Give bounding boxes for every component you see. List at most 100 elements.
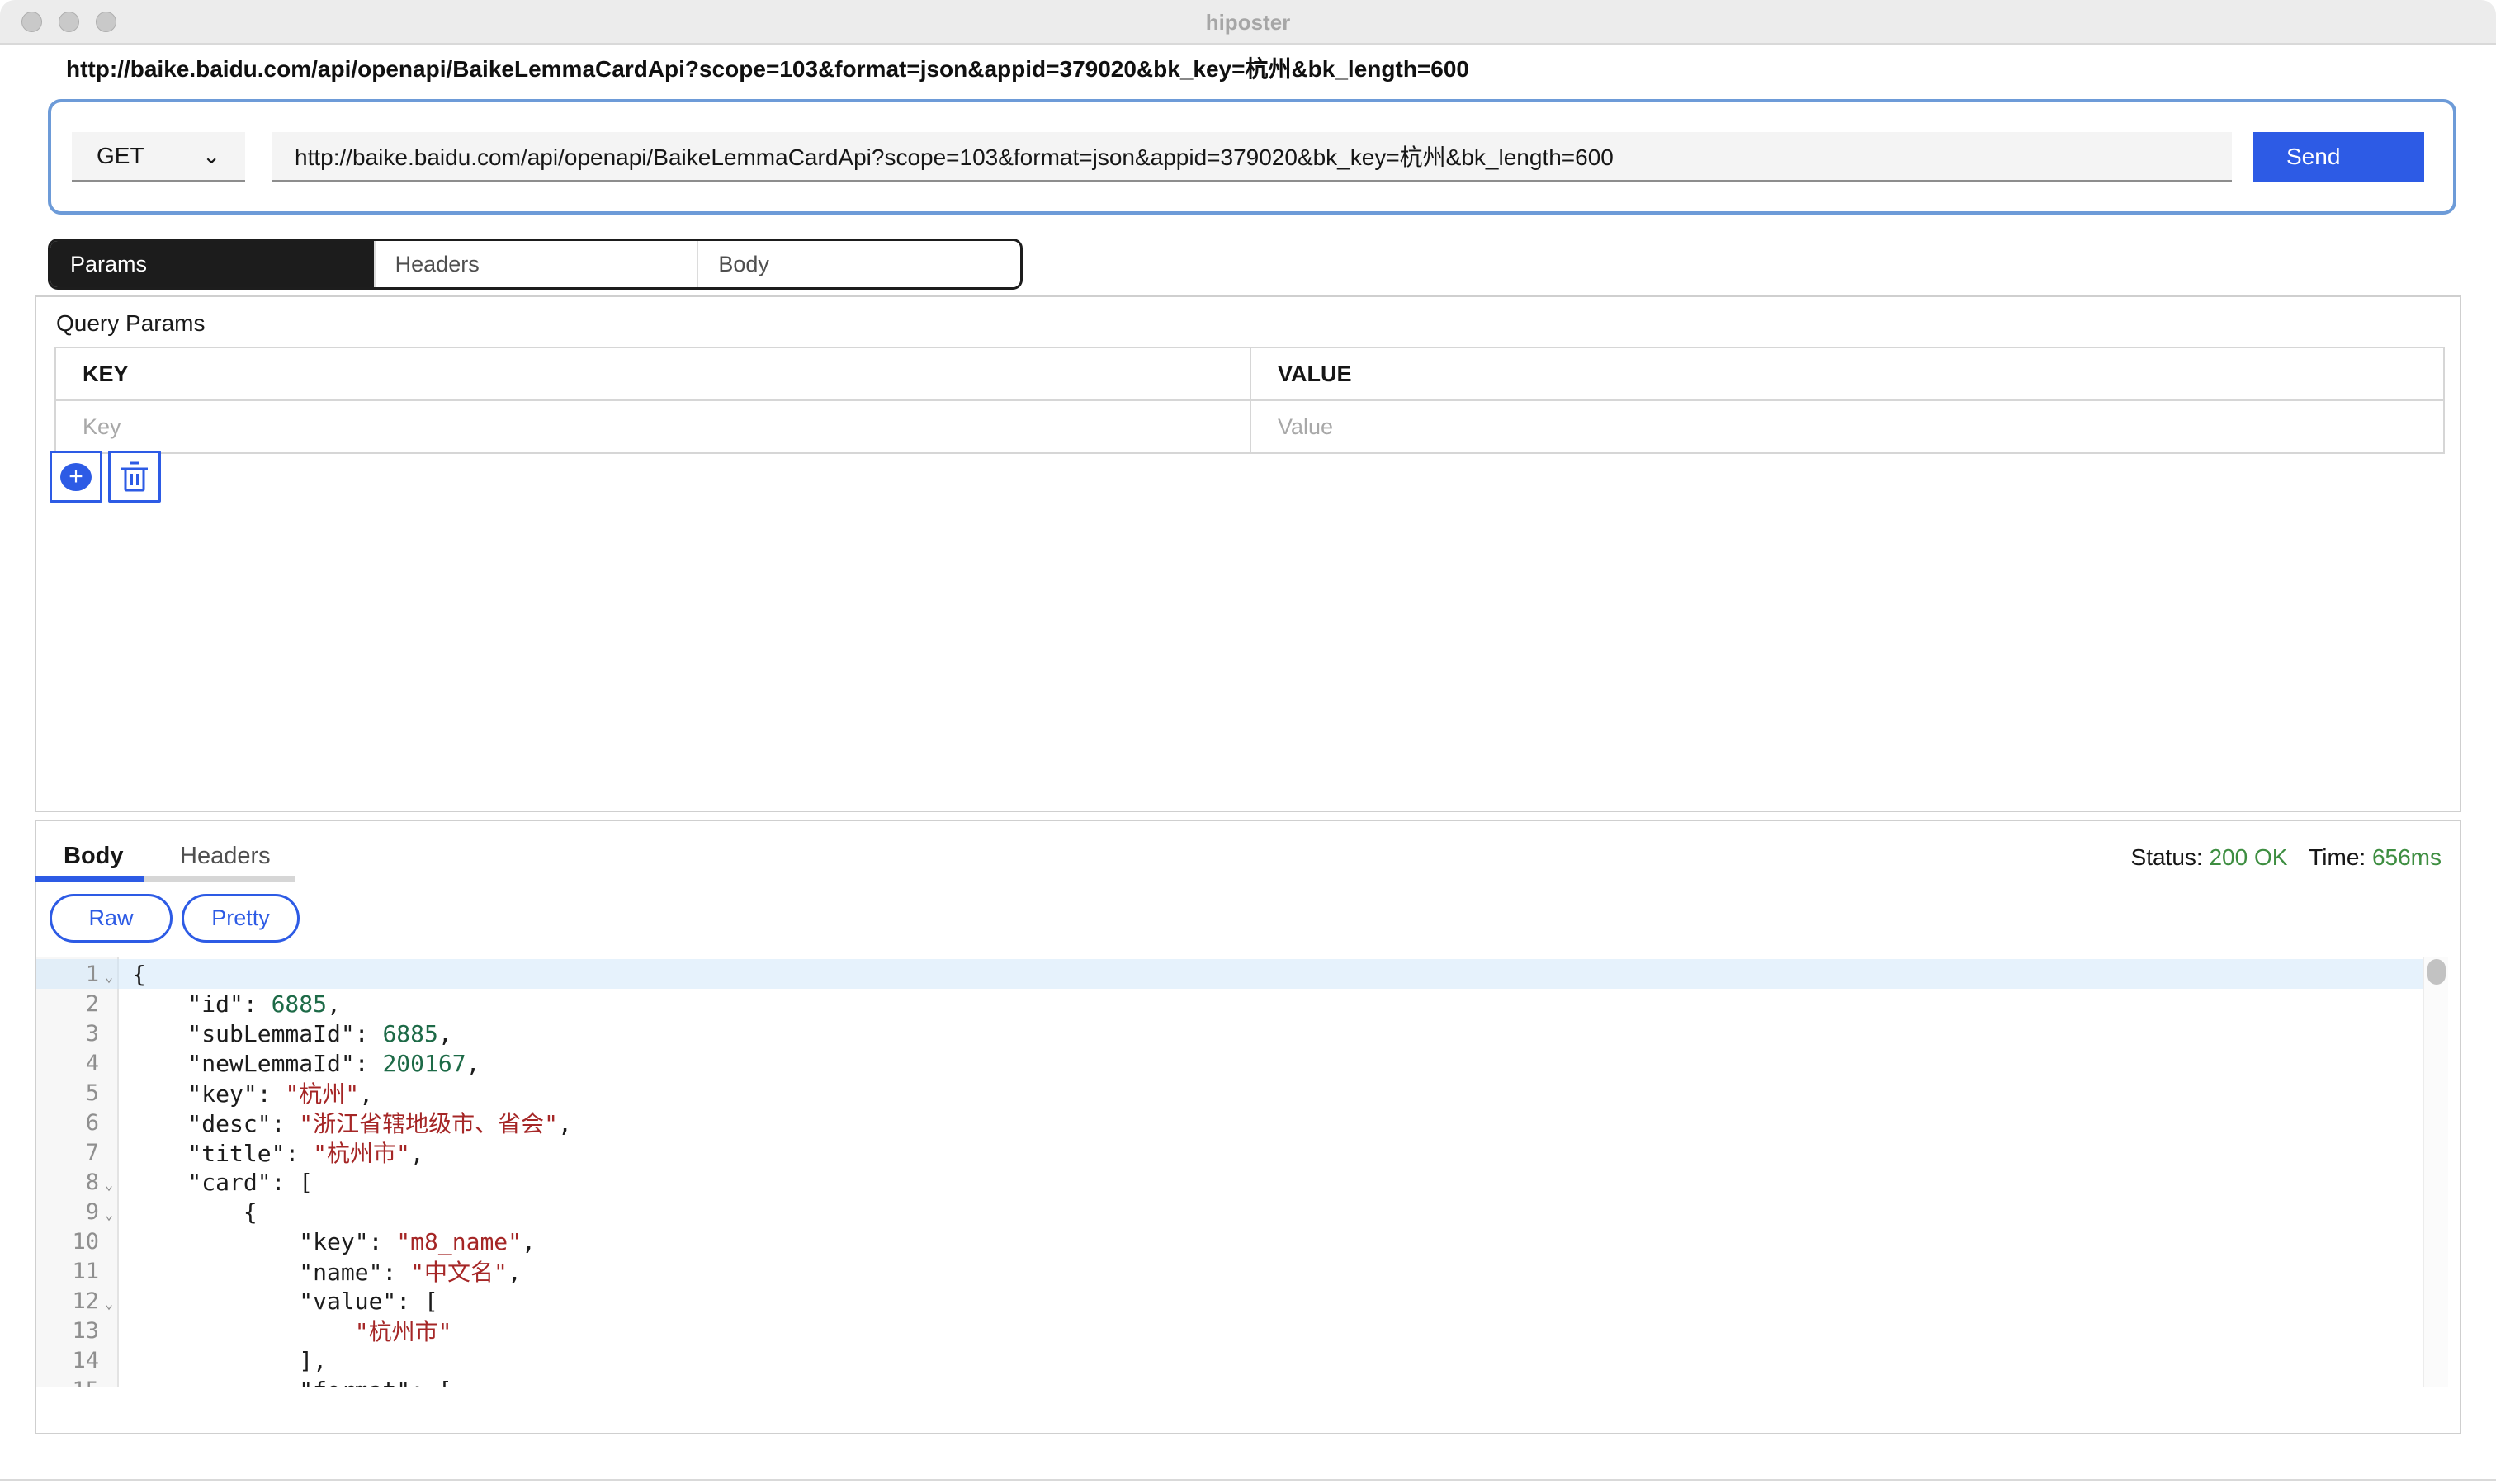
raw-view-button[interactable]: Raw	[50, 894, 173, 943]
request-bar: GET ⌄ Send	[48, 99, 2456, 215]
code-text: "value": [	[132, 1288, 438, 1315]
fold-spacer	[99, 1149, 119, 1156]
param-value-input[interactable]	[1278, 414, 2385, 440]
line-number: 5	[36, 1080, 99, 1106]
code-text: ],	[132, 1347, 327, 1374]
editor-scrollbar[interactable]	[2423, 957, 2448, 1387]
fold-chevron-icon[interactable]: ⌄	[99, 1200, 119, 1223]
time-value: 656ms	[2372, 844, 2442, 870]
request-url-heading: http://baike.baidu.com/api/openapi/Baike…	[66, 51, 1469, 84]
line-number: 9	[36, 1199, 99, 1225]
code-text: "subLemmaId": 6885,	[132, 1020, 452, 1047]
fold-spacer	[99, 1268, 119, 1274]
code-line: 4 "newLemmaId": 200167,	[36, 1048, 2460, 1078]
table-row	[56, 399, 2443, 452]
fold-spacer	[99, 1000, 119, 1007]
code-text: {	[132, 1198, 258, 1226]
window-title: hiposter	[0, 10, 2496, 35]
app-window: hiposter http://baike.baidu.com/api/open…	[0, 0, 2496, 1484]
code-line: 7 "title": "杭州市",	[36, 1137, 2460, 1167]
fold-spacer	[99, 1238, 119, 1245]
code-text: "key": "m8_name",	[132, 1228, 536, 1255]
fold-chevron-icon[interactable]: ⌄	[99, 1289, 119, 1312]
tab-underline-track	[35, 876, 295, 882]
code-line: 6 "desc": "浙江省辖地级市、省会",	[36, 1108, 2460, 1137]
param-key-input[interactable]	[83, 414, 1191, 440]
fold-spacer	[99, 1327, 119, 1334]
fold-chevron-icon[interactable]: ⌄	[99, 1170, 119, 1193]
code-line: 13 "杭州市"	[36, 1316, 2460, 1345]
response-tab-headers[interactable]: Headers	[180, 843, 271, 870]
line-number: 6	[36, 1110, 99, 1136]
code-text: "杭州市"	[132, 1314, 451, 1347]
tab-params[interactable]: Params	[50, 241, 374, 287]
query-params-table: KEY VALUE	[54, 347, 2445, 454]
fold-chevron-icon[interactable]: ⌄	[99, 962, 119, 985]
code-text: "title": "杭州市",	[132, 1136, 424, 1169]
code-text: "newLemmaId": 200167,	[132, 1050, 480, 1077]
code-text: "desc": "浙江省辖地级市、省会",	[132, 1106, 572, 1139]
chevron-down-icon: ⌄	[202, 144, 220, 169]
line-number: 12	[36, 1288, 99, 1314]
delete-param-button[interactable]	[108, 451, 161, 503]
line-number: 13	[36, 1318, 99, 1344]
code-text: "card": [	[132, 1169, 313, 1196]
method-select[interactable]: GET ⌄	[72, 132, 245, 182]
fold-spacer	[99, 1089, 119, 1096]
plus-icon: +	[60, 463, 92, 491]
code-text: "id": 6885,	[132, 990, 341, 1018]
fold-spacer	[99, 1357, 119, 1363]
response-status-line: Status: 200 OK Time: 656ms	[2131, 844, 2442, 871]
fold-spacer	[99, 1060, 119, 1066]
line-number: 4	[36, 1051, 99, 1076]
tab-body[interactable]: Body	[697, 241, 1020, 287]
editor-scrollbar-thumb[interactable]	[2427, 959, 2446, 985]
table-header-row: KEY VALUE	[56, 348, 2443, 399]
line-number: 10	[36, 1229, 99, 1255]
line-number: 3	[36, 1021, 99, 1047]
column-header-value: VALUE	[1250, 348, 2443, 399]
method-select-value: GET	[97, 143, 144, 169]
code-line: 3 "subLemmaId": 6885,	[36, 1018, 2460, 1048]
status-value: 200 OK	[2209, 844, 2287, 870]
add-param-button[interactable]: +	[50, 451, 102, 503]
code-text: {	[132, 961, 146, 988]
code-text: "key": "杭州",	[132, 1076, 373, 1109]
line-number: 11	[36, 1259, 99, 1284]
fold-spacer	[99, 1119, 119, 1126]
query-params-title: Query Params	[56, 310, 206, 337]
code-text: "name": "中文名",	[132, 1255, 522, 1288]
tab-headers[interactable]: Headers	[374, 241, 697, 287]
code-line: 5 "key": "杭州",	[36, 1078, 2460, 1108]
code-line: 2 "id": 6885,	[36, 989, 2460, 1018]
url-input[interactable]	[272, 132, 2232, 182]
time-label: Time:	[2309, 844, 2366, 870]
code-line: 8⌄ "card": [	[36, 1167, 2460, 1197]
line-number: 2	[36, 991, 99, 1017]
code-line: 11 "name": "中文名",	[36, 1256, 2460, 1286]
response-panel: Body Headers Status: 200 OK Time: 656ms …	[35, 820, 2461, 1434]
column-header-key: KEY	[56, 348, 1250, 399]
trash-icon	[121, 461, 149, 493]
code-text: "format": [	[132, 1377, 452, 1388]
response-body-editor[interactable]: 1⌄{2 "id": 6885,3 "subLemmaId": 6885,4 "…	[36, 957, 2460, 1387]
line-number: 7	[36, 1140, 99, 1165]
title-bar: hiposter	[0, 0, 2496, 45]
code-line: 15 "format": [	[36, 1375, 2460, 1387]
window-bottom-divider	[0, 1479, 2496, 1481]
request-tabs: Params Headers Body	[48, 239, 1023, 290]
send-button[interactable]: Send	[2253, 132, 2424, 182]
response-tab-body[interactable]: Body	[64, 843, 124, 870]
code-line: 14 ],	[36, 1345, 2460, 1375]
code-line: 12⌄ "value": [	[36, 1286, 2460, 1316]
line-number: 1	[36, 962, 99, 987]
code-line: 10 "key": "m8_name",	[36, 1226, 2460, 1256]
pretty-view-button[interactable]: Pretty	[182, 894, 300, 943]
tab-underline-active	[35, 876, 144, 882]
status-label: Status:	[2131, 844, 2203, 870]
line-number: 8	[36, 1170, 99, 1195]
line-number: 15	[36, 1378, 99, 1388]
line-number: 14	[36, 1348, 99, 1373]
query-params-panel: Query Params KEY VALUE +	[35, 295, 2461, 812]
fold-spacer	[99, 1030, 119, 1037]
